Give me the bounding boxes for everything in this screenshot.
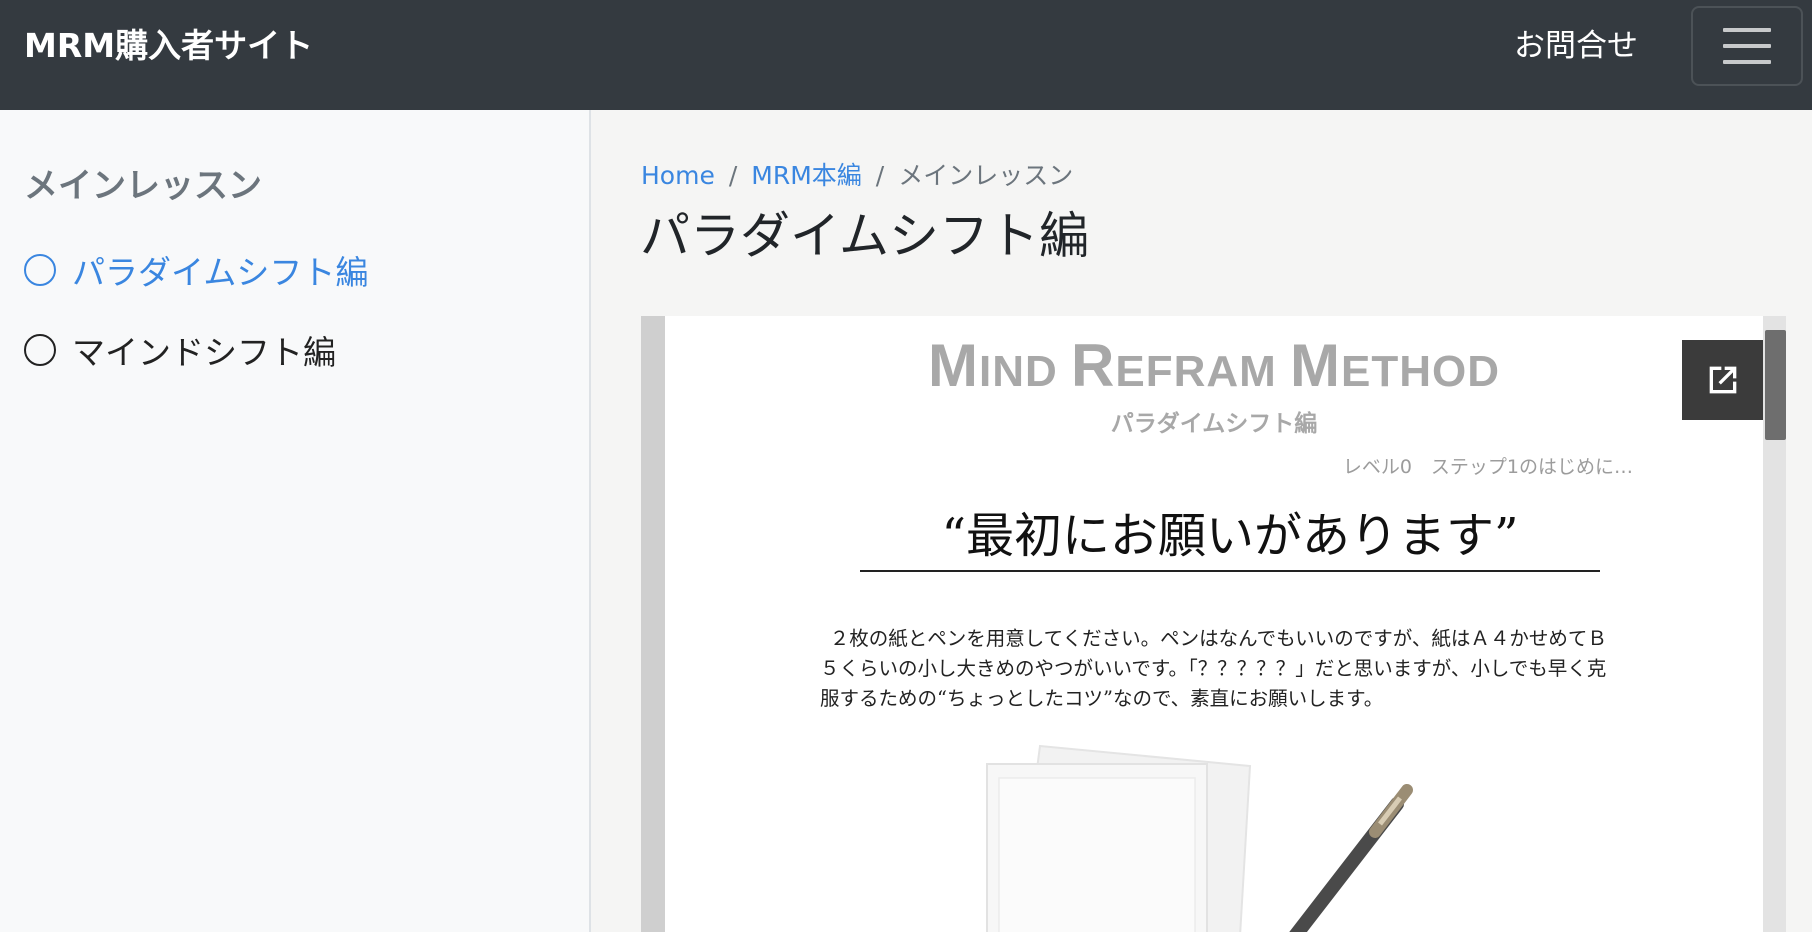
- circle-icon: [24, 254, 56, 286]
- open-in-new-icon: [1709, 366, 1736, 394]
- pen-icon: [1289, 784, 1413, 932]
- hamburger-menu-icon: [1723, 28, 1771, 32]
- breadcrumb-current: メインレッスン: [898, 161, 1074, 190]
- breadcrumb-separator: /: [875, 161, 885, 190]
- scrollbar-thumb[interactable]: [1765, 330, 1786, 440]
- hamburger-menu-icon-bar: [1723, 44, 1771, 48]
- sidebar-item-label: マインドシフト編: [72, 333, 336, 372]
- breadcrumb-section[interactable]: MRM本編: [751, 161, 862, 190]
- paper-sheets-icon: [986, 744, 1252, 932]
- page-title: パラダイムシフト編: [640, 207, 1089, 265]
- hamburger-menu-icon-bar: [1723, 60, 1771, 64]
- sidebar-item-label: パラダイムシフト編: [72, 253, 369, 292]
- document-subtitle: パラダイムシフト編: [1110, 411, 1318, 437]
- document-step-label: レベル0 ステップ1のはじめに…: [1342, 456, 1633, 478]
- sidebar-item-mind-shift[interactable]: マインドシフト編: [24, 328, 336, 372]
- sidebar-item-paradigm-shift[interactable]: パラダイムシフト編: [24, 248, 368, 292]
- circle-icon: [24, 334, 56, 366]
- document-brand-logo: MIND REFRAM METHOD: [928, 332, 1500, 399]
- contact-link[interactable]: お問合せ: [1514, 28, 1638, 64]
- sidebar: メインレッスン パラダイムシフト編 マインドシフト編: [0, 110, 591, 932]
- breadcrumb: Home / MRM本編 / メインレッスン: [641, 158, 1073, 194]
- breadcrumb-separator: /: [728, 161, 738, 190]
- document-heading: “最初にお願いがあります”: [860, 504, 1600, 572]
- menu-toggle-button[interactable]: [1691, 6, 1803, 86]
- site-brand[interactable]: MRM購入者サイト: [24, 28, 313, 64]
- pdf-viewer[interactable]: MIND REFRAM METHOD パラダイムシフト編 レベル0 ステップ1の…: [641, 316, 1786, 932]
- top-navbar: MRM購入者サイト お問合せ: [0, 0, 1812, 110]
- sidebar-heading: メインレッスン: [24, 166, 262, 206]
- open-in-new-button[interactable]: [1682, 340, 1763, 420]
- breadcrumb-home[interactable]: Home: [641, 161, 715, 190]
- document-body-text: ２枚の紙とペンを用意してください。ペンはなんでもいいのですが、紙はＡ４かせめてＢ…: [820, 627, 1607, 710]
- document-page: MIND REFRAM METHOD パラダイムシフト編 レベル0 ステップ1の…: [665, 316, 1763, 932]
- paper-and-pen-illustration: [986, 744, 1413, 932]
